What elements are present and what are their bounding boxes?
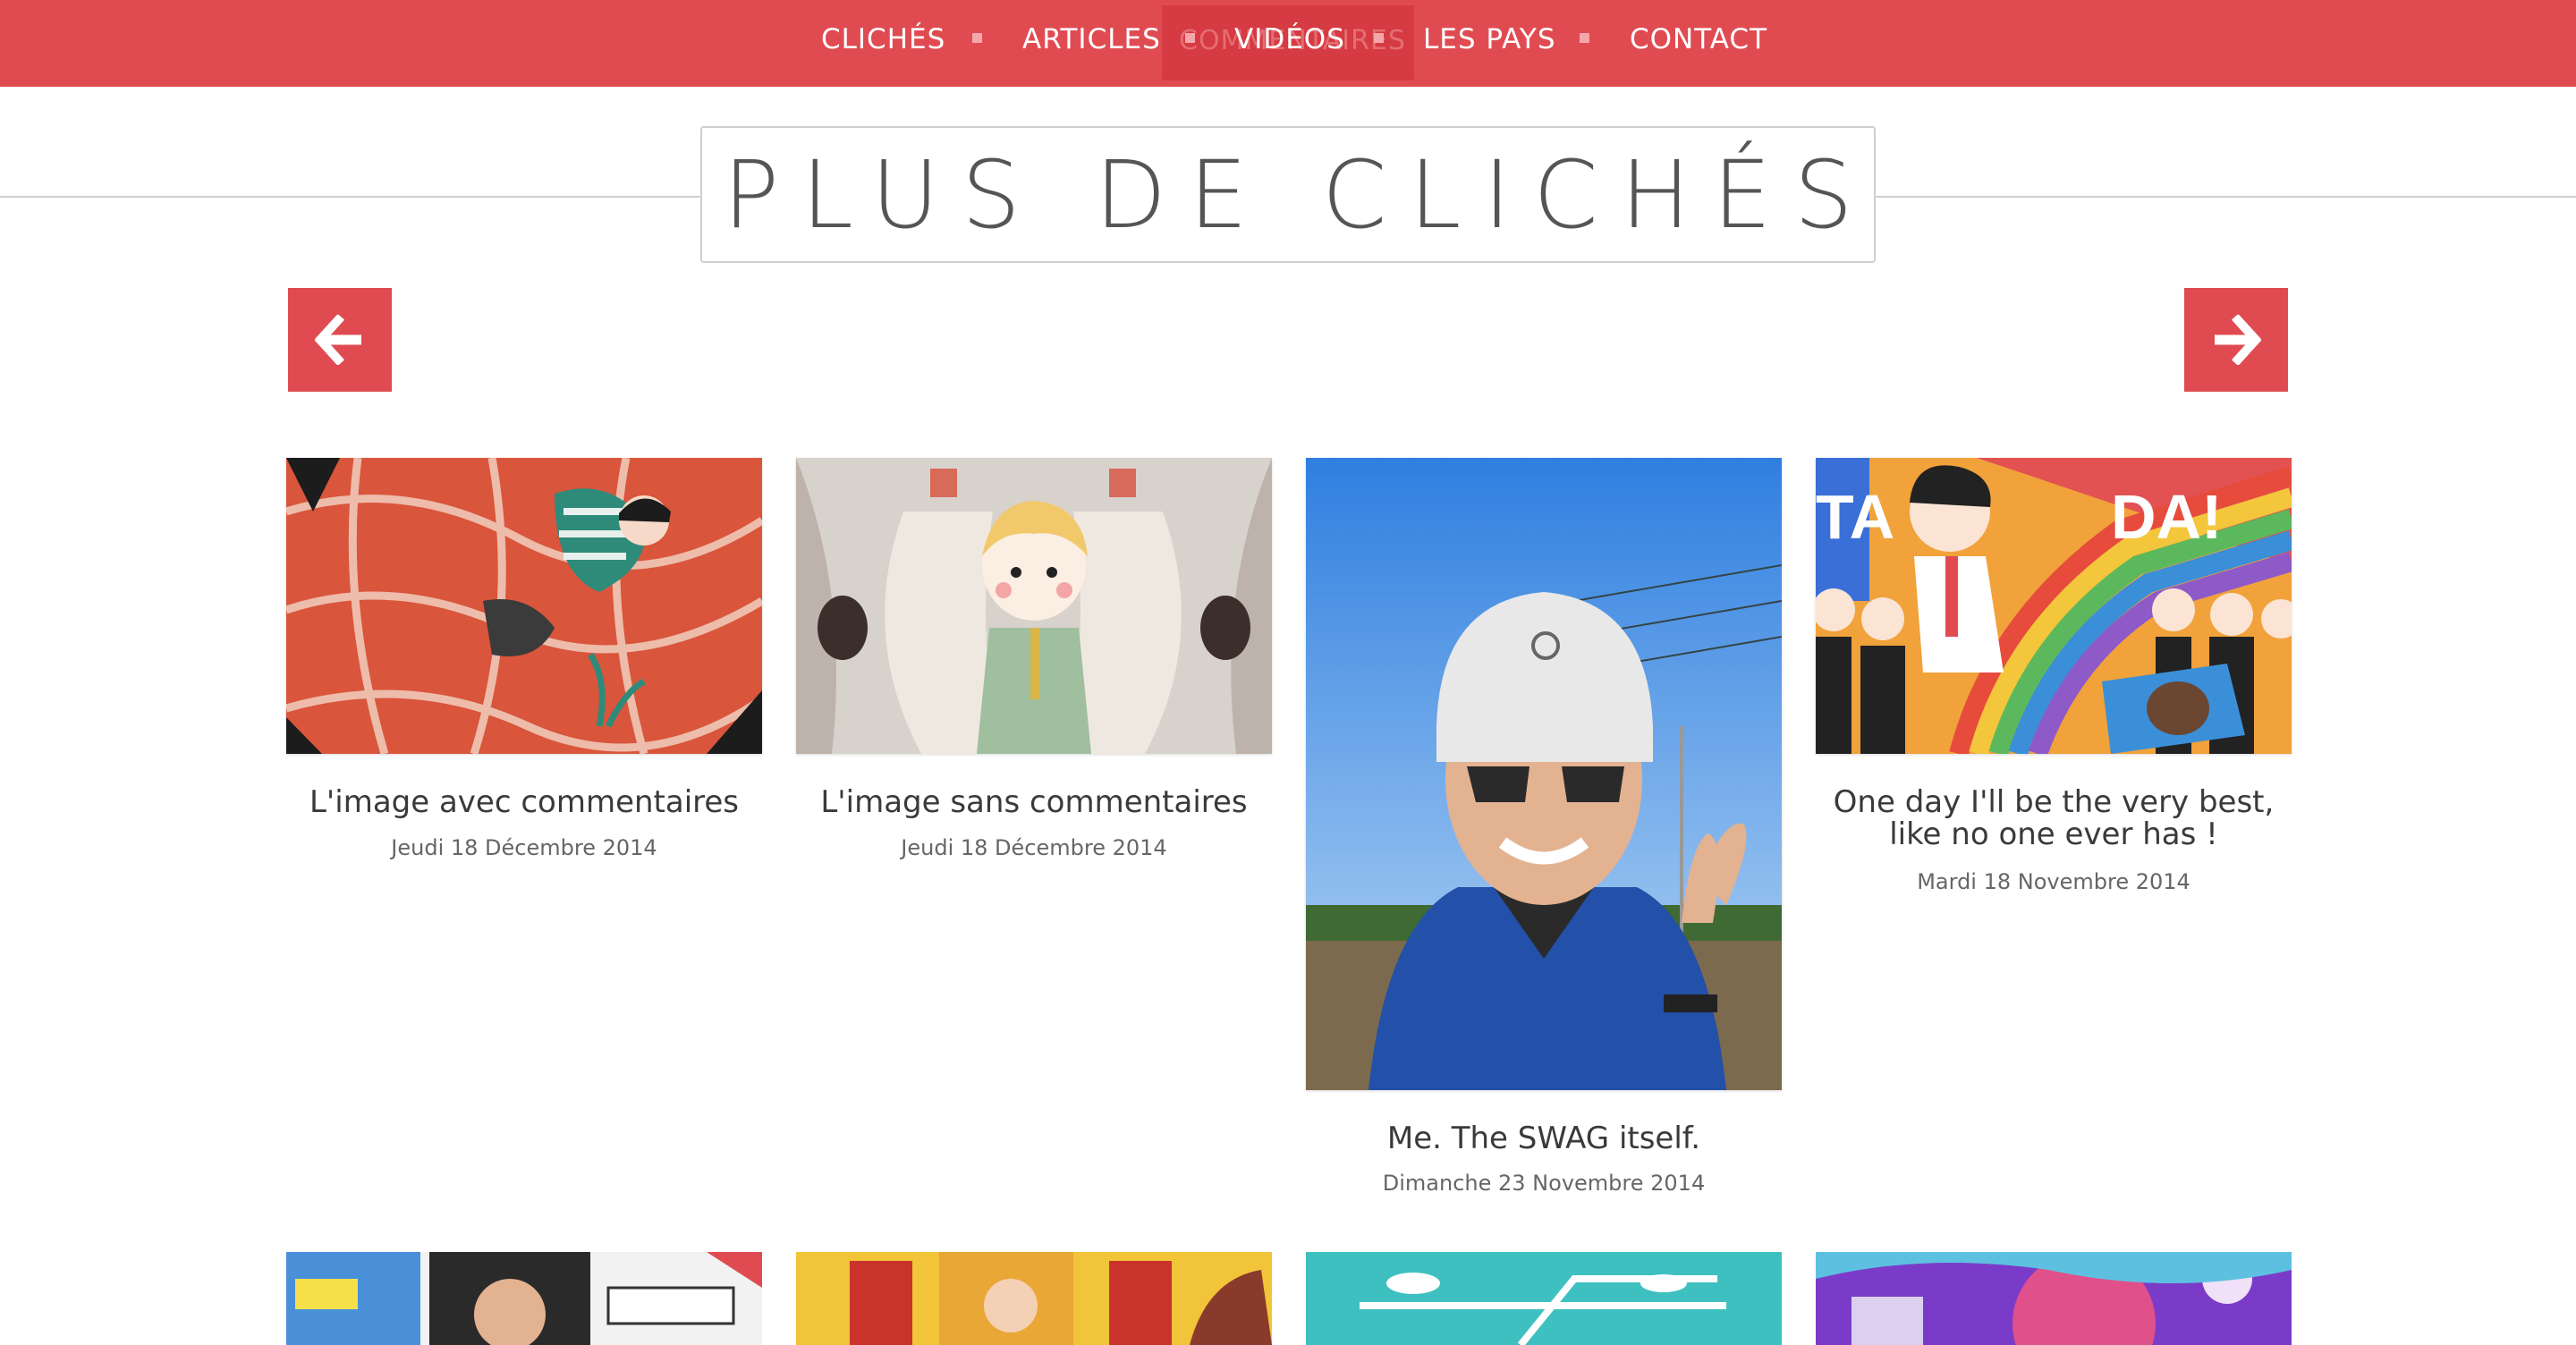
arrow-right-icon xyxy=(2215,315,2261,365)
post-thumbnail[interactable]: TA DA! xyxy=(1816,458,2292,754)
tada-text-graphic: TA xyxy=(1816,482,1894,552)
post-thumbnail[interactable] xyxy=(286,458,762,754)
post-title[interactable]: Me. The SWAG itself. xyxy=(1297,1122,1791,1155)
nav-item-articles[interactable]: ARTICLES xyxy=(1022,20,1161,59)
photo-image xyxy=(1306,458,1782,1090)
post-thumbnail[interactable] xyxy=(1816,1252,2292,1345)
post-thumbnail[interactable] xyxy=(1306,458,1782,1090)
illustration-image xyxy=(1816,1252,2292,1345)
illustration-image: TA DA! xyxy=(1816,458,2292,754)
post-date: Mardi 18 Novembre 2014 xyxy=(1917,869,2190,894)
nav-item-les-pays[interactable]: LES PAYS xyxy=(1423,20,1556,59)
nav-item-contact[interactable]: CONTACT xyxy=(1630,20,1767,59)
page-title-box: PLUS DE CLICHÉS xyxy=(700,126,1876,263)
arrow-left-icon xyxy=(315,315,361,365)
post-date: Jeudi 18 Décembre 2014 xyxy=(901,835,1167,860)
post-thumbnail[interactable] xyxy=(796,458,1272,754)
post-thumbnail[interactable] xyxy=(796,1252,1272,1345)
nav-item-videos[interactable]: VIDÉOS xyxy=(1234,20,1345,59)
post-date: Jeudi 18 Décembre 2014 xyxy=(391,835,657,860)
post-title[interactable]: L'image sans commentaires xyxy=(787,786,1281,818)
nav-separator xyxy=(1580,33,1589,43)
illustration-image xyxy=(796,458,1272,754)
illustration-image xyxy=(1306,1252,1782,1345)
post-thumbnail[interactable] xyxy=(1306,1252,1782,1345)
nav-separator xyxy=(1185,33,1195,43)
top-navigation-bar: COMMENTAIRES CLICHÉS ARTICLES VIDÉOS LES… xyxy=(0,0,2576,87)
previous-button[interactable] xyxy=(288,288,392,392)
nav-item-cliches[interactable]: CLICHÉS xyxy=(821,20,945,59)
post-title[interactable]: One day I'll be the very best, like no o… xyxy=(1807,786,2301,850)
post-title[interactable]: L'image avec commentaires xyxy=(277,786,771,818)
illustration-image xyxy=(796,1252,1272,1345)
post-date: Dimanche 23 Novembre 2014 xyxy=(1382,1171,1706,1196)
svg-text:DA!: DA! xyxy=(2111,482,2222,552)
illustration-image xyxy=(286,1252,762,1345)
illustration-image xyxy=(286,458,762,754)
nav-separator xyxy=(972,33,982,43)
next-button[interactable] xyxy=(2184,288,2288,392)
post-thumbnail[interactable] xyxy=(286,1252,762,1345)
nav-separator xyxy=(1374,33,1384,43)
page-title: PLUS DE CLICHÉS xyxy=(723,140,1876,250)
